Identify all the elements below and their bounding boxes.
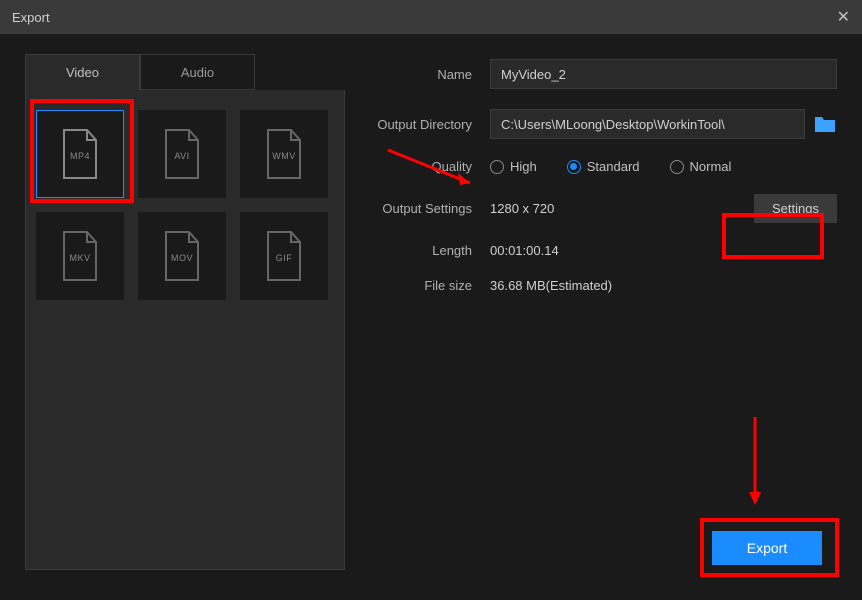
file-icon: WMV xyxy=(263,128,305,180)
radio-label: Standard xyxy=(587,159,640,174)
format-label: GIF xyxy=(276,253,293,263)
titlebar: Export ✕ xyxy=(0,0,862,34)
format-gif[interactable]: GIF xyxy=(240,212,328,300)
file-icon: MP4 xyxy=(59,128,101,180)
radio-icon xyxy=(670,160,684,174)
name-input[interactable] xyxy=(490,59,837,89)
file-icon: MOV xyxy=(161,230,203,282)
export-button[interactable]: Export xyxy=(712,531,822,565)
format-label: MOV xyxy=(171,253,193,263)
format-panel: Video Audio MP4 AVI WMV xyxy=(25,54,345,570)
tab-video[interactable]: Video xyxy=(25,54,140,90)
tab-audio[interactable]: Audio xyxy=(140,54,255,90)
output-directory-input[interactable] xyxy=(490,109,805,139)
settings-button[interactable]: Settings xyxy=(754,194,837,223)
format-wmv[interactable]: WMV xyxy=(240,110,328,198)
radio-label: Normal xyxy=(690,159,732,174)
format-grid: MP4 AVI WMV MKV xyxy=(25,90,345,570)
quality-radio-standard[interactable]: Standard xyxy=(567,159,640,174)
format-label: WMV xyxy=(272,151,296,161)
length-label: Length xyxy=(365,243,490,258)
file-size-value: 36.68 MB(Estimated) xyxy=(490,278,612,293)
output-directory-label: Output Directory xyxy=(365,117,490,132)
name-label: Name xyxy=(365,67,490,82)
radio-icon xyxy=(490,160,504,174)
format-label: MP4 xyxy=(70,151,90,161)
format-mov[interactable]: MOV xyxy=(138,212,226,300)
output-settings-value: 1280 x 720 xyxy=(490,201,554,216)
file-icon: AVI xyxy=(161,128,203,180)
file-icon: MKV xyxy=(59,230,101,282)
radio-icon xyxy=(567,160,581,174)
format-label: AVI xyxy=(174,151,189,161)
format-label: MKV xyxy=(69,253,90,263)
radio-label: High xyxy=(510,159,537,174)
folder-icon[interactable] xyxy=(813,114,837,134)
quality-radio-high[interactable]: High xyxy=(490,159,537,174)
format-avi[interactable]: AVI xyxy=(138,110,226,198)
close-icon[interactable]: ✕ xyxy=(837,7,850,27)
format-mkv[interactable]: MKV xyxy=(36,212,124,300)
settings-panel: Name Output Directory Quality High xyxy=(365,54,837,570)
file-icon: GIF xyxy=(263,230,305,282)
file-size-label: File size xyxy=(365,278,490,293)
quality-label: Quality xyxy=(365,159,490,174)
quality-radio-normal[interactable]: Normal xyxy=(670,159,732,174)
length-value: 00:01:00.14 xyxy=(490,243,559,258)
output-settings-label: Output Settings xyxy=(365,201,490,216)
format-mp4[interactable]: MP4 xyxy=(36,110,124,198)
window-title: Export xyxy=(12,10,50,25)
